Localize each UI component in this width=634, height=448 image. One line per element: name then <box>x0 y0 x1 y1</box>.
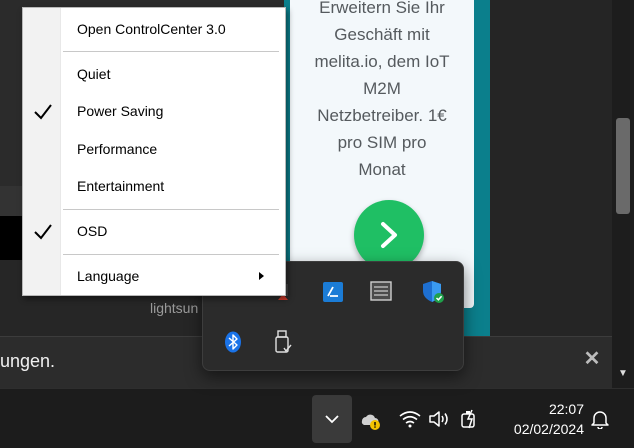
menu-item-quiet[interactable]: Quiet <box>23 59 285 89</box>
clock-time: 22:07 <box>548 401 584 417</box>
onedrive-warning-icon[interactable] <box>358 407 382 431</box>
controlcenter-context-menu: Open ControlCenter 3.0 Quiet Power Savin… <box>22 7 286 296</box>
scrollbar-thumb[interactable] <box>616 118 630 214</box>
checkmark-icon <box>34 224 52 240</box>
menu-separator <box>63 51 279 52</box>
windows-security-icon[interactable] <box>417 276 449 308</box>
close-icon[interactable]: ✕ <box>580 347 604 371</box>
ad-line: Geschäft mit <box>334 25 430 44</box>
wifi-icon[interactable] <box>398 407 422 431</box>
ad-line: melita.io, dem IoT <box>314 52 450 71</box>
menu-item-osd[interactable]: OSD <box>23 216 285 246</box>
ad-line: Netzbetreiber. 1€ <box>317 106 447 125</box>
menu-item-label: Language <box>77 268 140 284</box>
taskbar: 22:07 02/02/2024 <box>0 388 634 448</box>
usb-eject-icon[interactable] <box>267 326 299 358</box>
checkmark-icon <box>34 104 52 120</box>
menu-separator <box>63 254 279 255</box>
clock-date: 02/02/2024 <box>513 421 584 437</box>
menu-item-language[interactable]: Language <box>23 261 285 291</box>
intel-graphics-icon[interactable] <box>317 276 349 308</box>
menu-item-power-saving[interactable]: Power Saving <box>23 96 285 126</box>
background-side-panel <box>490 0 612 336</box>
ad-line: Erweitern Sie Ihr <box>319 0 445 17</box>
scroll-down-arrow-icon[interactable]: ▼ <box>614 368 632 384</box>
bell-icon[interactable] <box>588 407 612 431</box>
menu-item-performance[interactable]: Performance <box>23 134 285 164</box>
menu-item-entertainment[interactable]: Entertainment <box>23 171 285 201</box>
clock[interactable]: 22:07 02/02/2024 <box>496 399 584 439</box>
ad-line: M2M <box>363 79 401 98</box>
watermark-text: lightsun <box>150 300 199 316</box>
ad-line: Monat <box>358 160 406 179</box>
menu-item-label: OSD <box>77 223 108 239</box>
volume-icon[interactable] <box>428 407 452 431</box>
notification-text: ungen. <box>0 351 56 371</box>
ad-text: Erweitern Sie Ihr Geschäft mit melita.io… <box>290 0 474 183</box>
chevron-right-icon <box>381 222 397 248</box>
show-hidden-icons-button[interactable] <box>312 395 352 443</box>
ad-go-button[interactable] <box>354 200 424 270</box>
menu-item-label: Quiet <box>77 66 111 82</box>
menu-item-label: Performance <box>77 141 158 157</box>
menu-item-label: Entertainment <box>77 178 165 194</box>
menu-item-label: Open ControlCenter 3.0 <box>77 21 226 37</box>
submenu-arrow-icon <box>259 272 264 280</box>
menu-separator <box>63 209 279 210</box>
battery-charging-icon[interactable] <box>458 407 482 431</box>
menu-item-open-controlcenter[interactable]: Open ControlCenter 3.0 <box>23 14 285 44</box>
bluetooth-icon[interactable] <box>217 326 249 358</box>
chevron-down-icon <box>325 415 339 424</box>
ad-line: pro SIM pro <box>337 133 427 152</box>
menu-item-label: Power Saving <box>77 103 164 119</box>
monitor-app-icon[interactable] <box>365 276 397 308</box>
